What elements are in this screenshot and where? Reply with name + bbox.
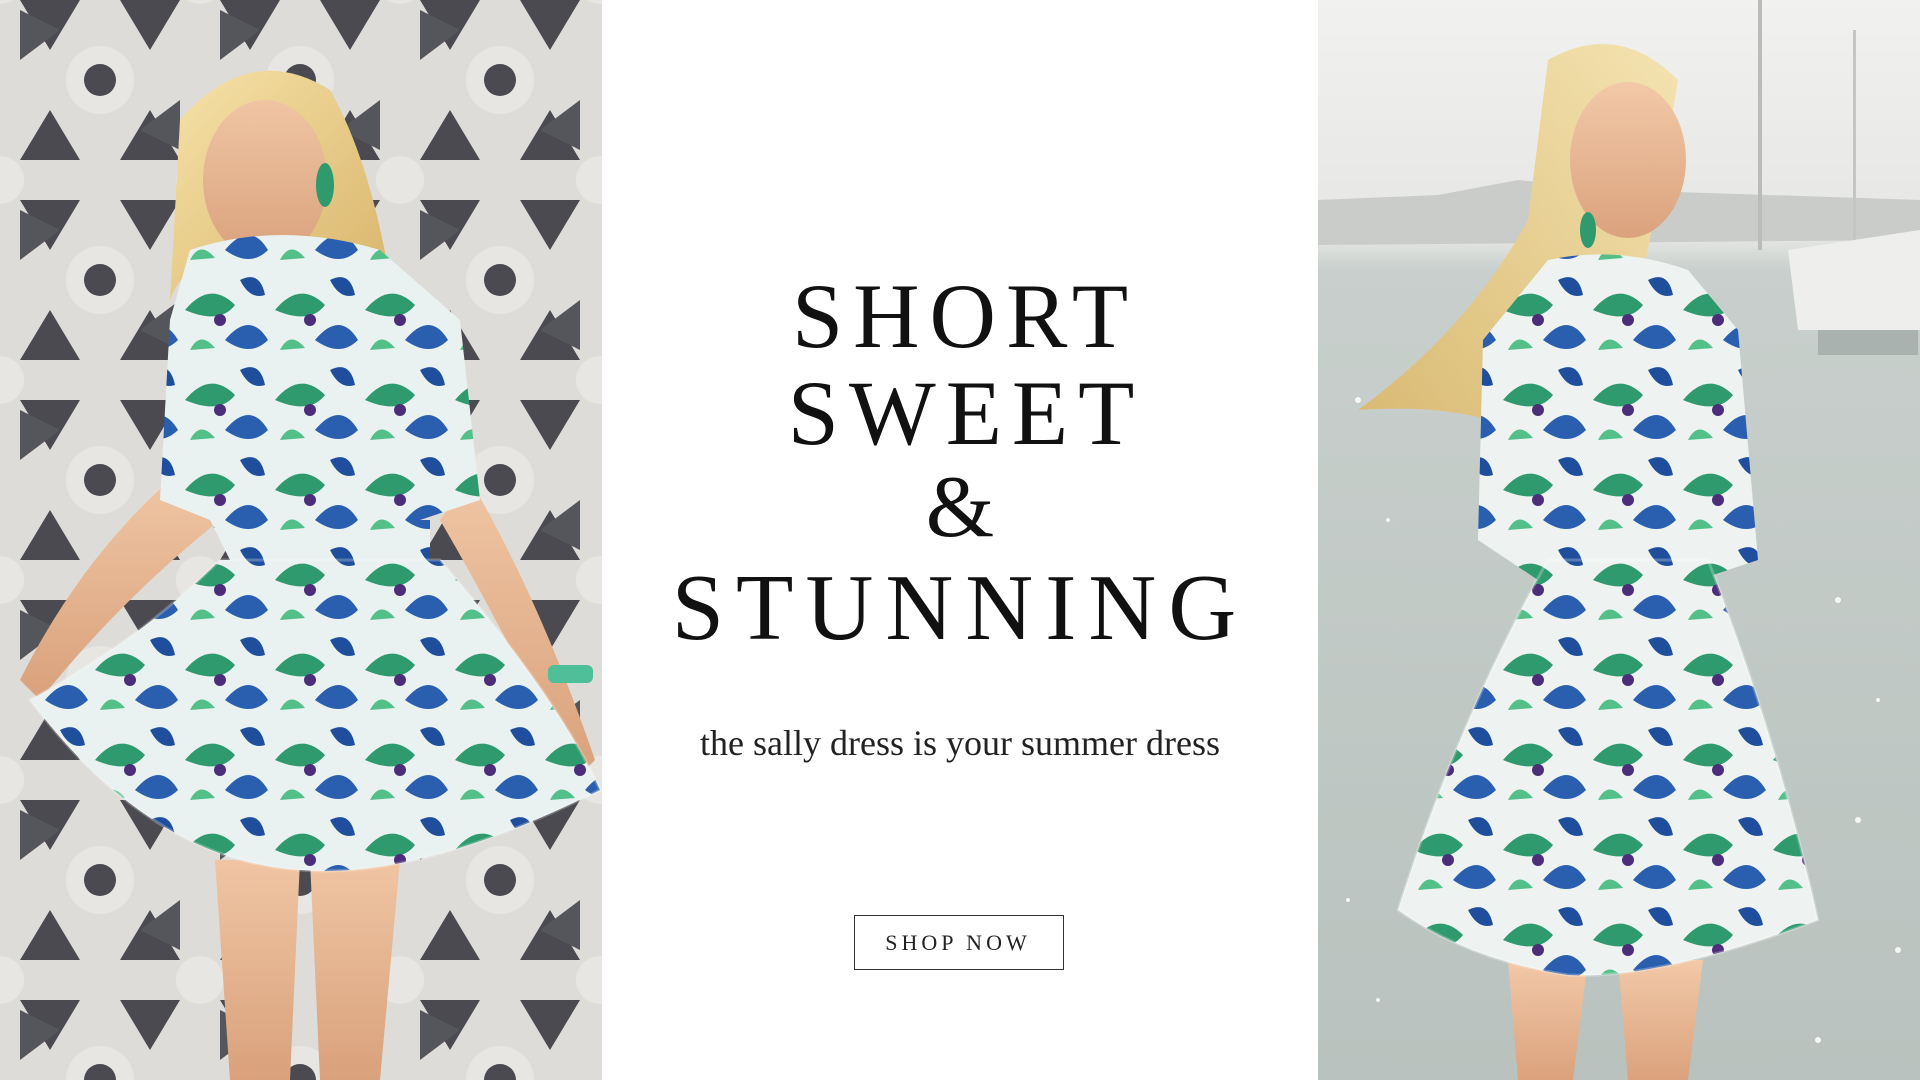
headline-line-short: SHORT [791, 265, 1139, 367]
left-model-photo[interactable] [0, 0, 602, 1080]
right-photo-illustration [1318, 0, 1920, 1080]
right-model-photo[interactable] [1318, 0, 1920, 1080]
headline-line-stunning: STUNNING [671, 556, 1249, 660]
hero-banner: SHORT SWEET & STUNNING the sally dress i… [0, 0, 1920, 1080]
hero-tagline: the sally dress is your summer dress [700, 723, 1220, 763]
headline-ampersand: & [925, 459, 995, 556]
left-photo-illustration [0, 0, 602, 1080]
shop-now-button[interactable]: SHOP NOW [854, 915, 1064, 970]
hero-headline: SHORT SWEET & STUNNING [602, 270, 1318, 658]
headline-line-sweet: SWEET [787, 362, 1145, 464]
hero-text-panel: SHORT SWEET & STUNNING the sally dress i… [602, 0, 1318, 1080]
